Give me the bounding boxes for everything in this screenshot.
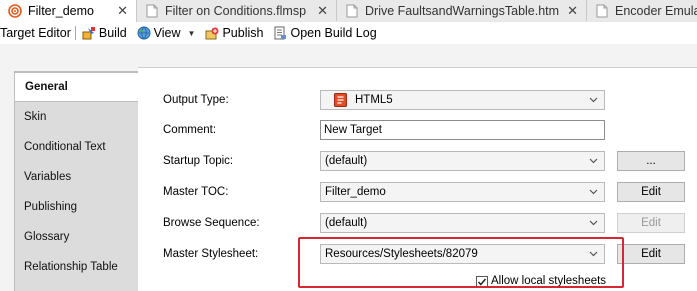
browse-sequence-value: (default) <box>325 217 368 229</box>
build-button[interactable]: Build <box>82 26 127 40</box>
master-stylesheet-label: Master Stylesheet: <box>163 248 259 260</box>
side-tab-skin[interactable]: Skin <box>24 111 46 123</box>
output-type-select[interactable]: HTML5 <box>320 90 605 110</box>
highlight-box <box>298 237 624 288</box>
side-tab-glossary[interactable]: Glossary <box>24 231 69 243</box>
open-build-log-button[interactable]: Open Build Log <box>273 26 377 40</box>
document-tab-bar: Filter_demo ✕ Filter on Conditions.flmsp… <box>0 0 697 23</box>
document-icon <box>145 4 159 18</box>
comment-label: Comment: <box>163 124 217 136</box>
side-tab-general[interactable]: General <box>14 72 140 102</box>
toolbar: Target Editor Build View ▼ Publish Open … <box>0 22 697 44</box>
close-icon[interactable]: ✕ <box>567 3 578 19</box>
comment-input[interactable]: New Target <box>320 120 605 140</box>
toolbar-divider <box>74 26 76 40</box>
output-type-label: Output Type: <box>163 94 229 106</box>
master-toc-edit-button[interactable]: Edit <box>617 182 685 202</box>
chevron-down-icon: ▼ <box>187 28 196 38</box>
browse-sequence-select[interactable]: (default) <box>320 213 605 233</box>
tab-label: Encoder Emulat <box>615 3 697 18</box>
startup-topic-select[interactable]: (default) <box>320 151 605 171</box>
view-dropdown[interactable]: View ▼ <box>137 26 196 40</box>
master-toc-select[interactable]: Filter_demo <box>320 182 605 202</box>
master-toc-value: Filter_demo <box>325 186 386 198</box>
html5-icon <box>334 93 347 107</box>
publish-label: Publish <box>222 26 264 40</box>
master-stylesheet-edit-button[interactable]: Edit <box>617 244 685 264</box>
editor-title: Target Editor <box>0 26 71 40</box>
side-tab-relationship-table[interactable]: Relationship Table <box>24 261 118 273</box>
browse-sequence-edit-button[interactable]: Edit <box>617 213 685 233</box>
tab-label: Filter on Conditions.flmsp <box>165 3 307 18</box>
side-tab-variables[interactable]: Variables <box>24 171 71 183</box>
side-tab-publishing[interactable]: Publishing <box>24 201 77 213</box>
target-icon <box>8 4 22 18</box>
vertical-tab-list: General Skin Conditional Text Variables … <box>14 71 140 291</box>
publish-button[interactable]: Publish <box>205 26 263 40</box>
tab-filter-on-conditions[interactable]: Filter on Conditions.flmsp ✕ <box>137 0 337 21</box>
document-icon <box>595 4 609 18</box>
view-label: View <box>153 26 181 40</box>
close-icon[interactable]: ✕ <box>117 3 128 19</box>
chevron-down-icon <box>589 218 598 227</box>
tab-drive-faults-table[interactable]: Drive FaultsandWarningsTable.htm ✕ <box>337 0 587 21</box>
globe-icon <box>137 26 151 40</box>
side-tab-conditional-text[interactable]: Conditional Text <box>24 141 106 153</box>
open-build-log-label: Open Build Log <box>290 26 377 40</box>
build-label: Build <box>98 26 127 40</box>
startup-topic-value: (default) <box>325 155 368 167</box>
log-icon <box>273 26 287 40</box>
master-toc-label: Master TOC: <box>163 186 229 198</box>
chevron-down-icon <box>589 95 598 104</box>
output-type-value: HTML5 <box>355 94 393 106</box>
browse-sequence-label: Browse Sequence: <box>163 217 260 229</box>
close-icon[interactable]: ✕ <box>317 3 328 19</box>
startup-topic-label: Startup Topic: <box>163 155 234 167</box>
tab-label: Filter_demo <box>28 4 94 18</box>
startup-topic-browse-button[interactable]: ... <box>617 151 685 171</box>
tab-encoder-emulat[interactable]: Encoder Emulat <box>587 0 697 21</box>
comment-value: New Target <box>324 124 382 136</box>
side-tab-label: General <box>25 81 68 93</box>
document-icon <box>345 4 359 18</box>
build-icon <box>82 26 96 40</box>
chevron-down-icon <box>589 187 598 196</box>
chevron-down-icon <box>589 156 598 165</box>
tab-label: Drive FaultsandWarningsTable.htm <box>365 3 560 18</box>
publish-icon <box>205 26 219 40</box>
tab-filter-demo[interactable]: Filter_demo ✕ <box>0 0 137 22</box>
